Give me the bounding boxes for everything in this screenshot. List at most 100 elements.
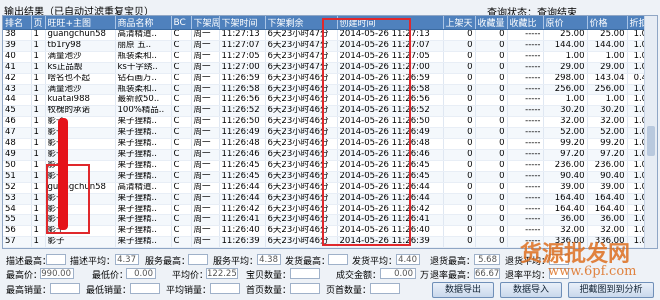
table-cell: 1 (31, 225, 46, 238)
table-row[interactable]: 52 1 guangchun58 高清精道.. C 周一 11:26:44 6天23小时46分… (3, 182, 656, 194)
table-cell: 44 (3, 94, 32, 107)
table-cell: 影子 (45, 193, 116, 205)
table-row[interactable]: 40 1 满量池沙 瓶装柔和.. C 周一 11:27:05 6天23小时47分 2014-05… (3, 51, 656, 63)
table-cell: 52.00 (543, 127, 588, 140)
table-cell: 6天23小时47分 (265, 29, 338, 41)
table-row[interactable]: 53 1 影子 果子狸精.. C 周一 11:26:44 6天23小时46分 2014-05-2… (3, 193, 656, 205)
price-max-label: 最高价： (6, 271, 43, 281)
table-cell: 2014-05-26 11:26:50 (337, 116, 444, 129)
table-row[interactable]: 48 1 影子 果子狸精.. C 周一 11:26:48 6天23小时46分 2014-05-2… (3, 138, 656, 150)
table-cell: 48 (3, 138, 32, 150)
table-cell: 0 (443, 73, 476, 85)
table-row[interactable]: 46 1 影子 果子狸精.. C 周一 11:26:50 6天23小时46分 2014-05-2… (3, 116, 656, 129)
table-cell: 97.20 (587, 149, 628, 161)
table-cell: 0 (475, 204, 508, 216)
column-header[interactable]: 下架剩余 (265, 16, 338, 30)
table-cell: ----- (507, 51, 544, 63)
table-cell: 2014-05-26 11:26:45 (337, 160, 444, 172)
column-header[interactable]: 创建时间 (337, 16, 444, 30)
column-header[interactable]: 页 (31, 16, 46, 30)
table-cell: 周一 (191, 127, 220, 140)
table-cell: ----- (507, 116, 544, 129)
table-row[interactable]: 41 1 ks正品靓 ks十字绣.. C 周一 11:27:00 6天23小时47分 2014-… (3, 62, 656, 74)
table-cell: ks正品靓 (45, 62, 116, 74)
table-cell: ----- (507, 182, 544, 194)
import-button[interactable]: 数据导入 (500, 282, 562, 298)
table-cell: 影子 (45, 149, 116, 161)
table-row[interactable]: 38 1 guangchun58 高清精道.. C 周一 11:27:13 6天23小时47分… (3, 29, 656, 41)
table-cell: 1.00 (543, 51, 588, 63)
table-row[interactable]: 39 1 tb1ry98 丽原 五.. C 周一 11:27:07 6天23小时47分 2014… (3, 40, 656, 52)
table-cell: 164.40 (543, 193, 588, 205)
image-analysis-button[interactable]: 把截图到到分析 (568, 282, 654, 298)
table-cell: 11:27:05 (219, 51, 266, 63)
scroll-thumb[interactable] (647, 126, 655, 156)
table-row[interactable]: 47 1 影子 果子狸精.. C 周一 11:26:49 6天23小时46分 2014-05-2… (3, 127, 656, 140)
table-cell: 2014-05-26 11:26:48 (337, 138, 444, 150)
table-cell: 164.40 (587, 204, 628, 216)
column-header[interactable]: BC (171, 16, 192, 30)
table-cell: 1 (31, 214, 46, 227)
ship-avg-label: 发货平均： (352, 257, 398, 267)
column-header[interactable]: 上架天 (443, 16, 476, 30)
table-cell: 6天23小时46分 (265, 214, 338, 227)
column-header[interactable]: 收藏量 (475, 16, 508, 30)
table-cell: 54 (3, 204, 32, 216)
table-cell: 53 (3, 193, 32, 205)
table-cell: guangchun58 (45, 182, 116, 194)
table-cell: 影子 (45, 138, 116, 150)
table-cell: 周一 (191, 73, 220, 85)
table-cell: 164.40 (543, 204, 588, 216)
table-cell: 11:26:49 (219, 127, 266, 140)
table-cell: 影子 (45, 236, 116, 248)
table-cell: 0 (443, 182, 476, 194)
table-row[interactable]: 44 1 kuatai988 最新款50.. C 周一 11:26:56 6天23小时46分 2… (3, 94, 656, 107)
results-grid[interactable]: 排名页旺旺+主图 商品名称 BC 下架周 下架时间 下架剩余 创建时间 上架天 收藏量 收藏比 原价… (2, 15, 658, 249)
table-cell: 果子狸精.. (115, 171, 172, 183)
table-row[interactable]: 50 1 影子 果子狸精.. C 周一 11:26:45 6天23小时46分 2014-05-2… (3, 160, 656, 172)
column-header[interactable]: 收藏比 (507, 16, 544, 30)
table-cell: 56 (3, 225, 32, 238)
table-cell: 钻石画万.. (115, 73, 172, 85)
column-header[interactable]: 下架时间 (219, 16, 266, 30)
table-row[interactable]: 42 1 啥名也不起 钻石画万.. C 周一 11:26:59 6天23小时46分 2014-0… (3, 73, 656, 85)
table-cell: 0 (443, 40, 476, 52)
table-cell: 1 (31, 105, 46, 118)
table-cell: 1 (31, 204, 46, 216)
column-header[interactable]: 排名 (3, 16, 32, 30)
table-cell: 11:26:40 (219, 225, 266, 238)
export-button[interactable]: 数据导出 (432, 282, 494, 298)
table-cell: 2014-05-26 11:26:39 (337, 236, 444, 248)
table-cell: 0 (443, 204, 476, 216)
column-header[interactable]: 原价 (543, 16, 588, 30)
table-cell: 11:26:44 (219, 182, 266, 194)
table-cell: 40 (3, 51, 32, 63)
column-header[interactable]: 旺旺+主图 (45, 16, 116, 30)
table-row[interactable]: 51 1 影子 果子狸精.. C 周一 11:26:45 6天23小时46分 2014-05-2… (3, 171, 656, 183)
table-cell: 周一 (191, 236, 220, 248)
vertical-scrollbar[interactable] (644, 16, 657, 248)
table-cell: 0 (443, 138, 476, 150)
table-cell: 2014-05-26 11:26:44 (337, 193, 444, 205)
table-row[interactable]: 54 1 影子 果子狸精.. C 周一 11:26:42 6天23小时46分 2014-05-2… (3, 204, 656, 216)
table-cell: 1 (31, 116, 46, 129)
deal-amount-label: 成交金额： (336, 271, 382, 281)
table-cell: ----- (507, 160, 544, 172)
table-cell: 0 (475, 160, 508, 172)
table-cell: 164.40 (587, 193, 628, 205)
column-header[interactable]: 下架周 (191, 16, 220, 30)
table-cell: 29.00 (587, 62, 628, 74)
table-cell: 42 (3, 73, 32, 85)
table-row[interactable]: 43 1 满量池沙 瓶装柔和.. C 周一 11:26:58 6天23小时46分 2014-05… (3, 84, 656, 96)
table-row[interactable]: 49 1 影子 果子狸精.. C 周一 11:26:46 6天23小时46分 2014-05-2… (3, 149, 656, 161)
price-min-field: 0.00 (126, 268, 156, 279)
table-cell: 38 (3, 29, 32, 41)
table-cell: 6天23小时46分 (265, 160, 338, 172)
column-header[interactable]: 价格 (587, 16, 628, 30)
column-header[interactable]: 商品名称 (115, 16, 172, 30)
table-row[interactable]: 45 1 牧槐的承诺 100%精品.. C 周一 11:26:52 6天23小时46分 2014… (3, 105, 656, 118)
table-cell: 6天23小时46分 (265, 105, 338, 118)
table-row[interactable]: 55 1 影子 果子狸精.. C 周一 11:26:41 6天23小时46分 2014-05-2… (3, 214, 656, 227)
table-cell: 周一 (191, 160, 220, 172)
table-cell: 1 (31, 84, 46, 96)
